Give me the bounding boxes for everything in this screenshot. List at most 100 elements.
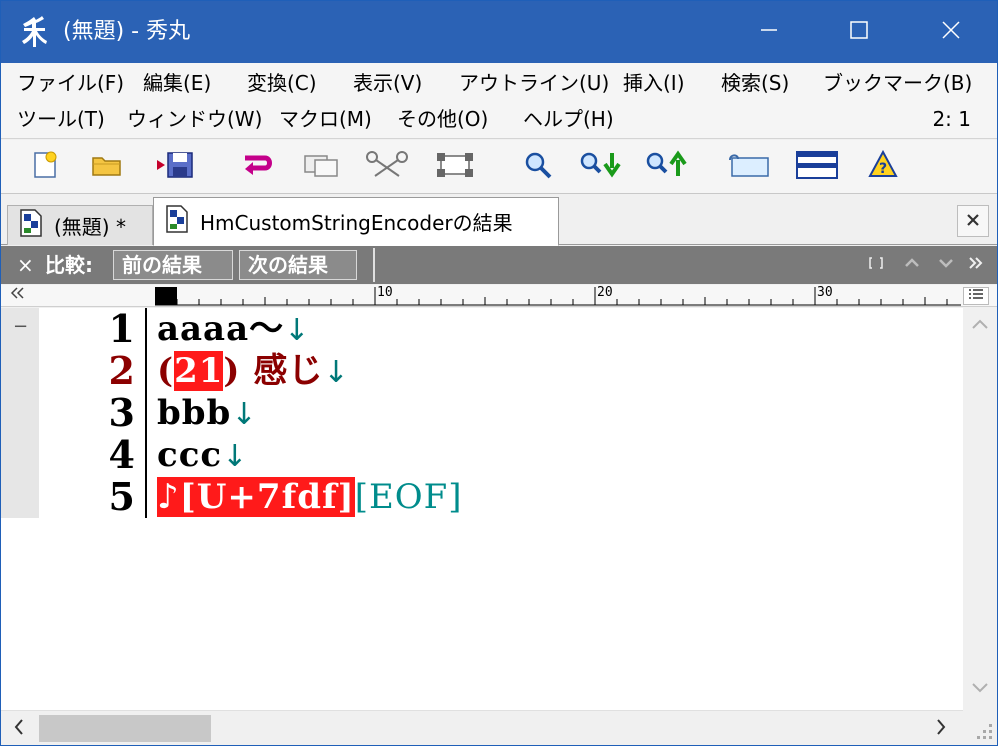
open-file-button[interactable] — [87, 148, 127, 186]
paste-button[interactable] — [435, 148, 475, 186]
ruler-menu-button[interactable] — [963, 287, 989, 305]
compare-close-button[interactable]: × — [17, 253, 34, 277]
title-bar[interactable]: (無題) - 秀丸 — [1, 1, 997, 63]
code-line-3[interactable]: bbb↓ — [157, 392, 257, 434]
ruler-track: 10 20 30 — [155, 285, 961, 307]
scroll-up-icon[interactable] — [969, 316, 991, 338]
save-button[interactable] — [155, 148, 195, 186]
next-result-button[interactable]: 次の結果 — [239, 250, 357, 280]
menu-bar: ファイル(F) 編集(E) 変換(C) 表示(V) アウトライン(U) 挿入(I… — [1, 63, 997, 139]
menu-edit[interactable]: 編集(E) — [141, 65, 213, 101]
menu-macro[interactable]: マクロ(M) — [277, 101, 374, 137]
editor-area[interactable]: − 1 2 3 4 5 aaaa～↓ (21) 感じ↓ bbb↓ ccc↓ ♪[… — [1, 308, 963, 710]
menu-view[interactable]: 表示(V) — [351, 65, 424, 101]
compare-separator — [373, 248, 375, 282]
menu-file[interactable]: ファイル(F) — [15, 65, 126, 101]
help-button[interactable]: ? — [863, 148, 903, 186]
cursor-position: 2: 1 — [932, 107, 971, 131]
close-icon — [965, 209, 981, 233]
compare-bar: × 比較: 前の結果 次の結果 — [1, 246, 997, 284]
tag-jump-icon — [726, 150, 772, 185]
list-icon — [968, 289, 984, 303]
search-icon — [523, 150, 555, 185]
tab-encoder-result[interactable]: HmCustomStringEncoderの結果 — [153, 197, 559, 246]
close-button[interactable] — [905, 1, 997, 63]
scroll-left-icon[interactable] — [9, 717, 29, 739]
paste-icon — [433, 150, 477, 185]
eof-mark: [EOF] — [354, 477, 463, 517]
menu-help[interactable]: ヘルプ(H) — [521, 101, 616, 137]
tab-label: (無題) * — [54, 215, 126, 239]
menu-bookmark[interactable]: ブックマーク(B) — [821, 65, 974, 101]
code-line-1[interactable]: aaaa～↓ — [157, 308, 310, 350]
resize-grip-icon[interactable] — [963, 710, 997, 745]
horizontal-scrollbar[interactable] — [1, 710, 963, 745]
fold-column[interactable]: − — [1, 308, 39, 518]
window-split-button[interactable] — [795, 148, 839, 186]
search-button[interactable] — [519, 148, 559, 186]
line-text: aaaa～ — [157, 309, 285, 349]
tag-jump-button[interactable] — [729, 148, 769, 186]
search-next-button[interactable] — [578, 148, 624, 186]
line-number: 2 — [108, 348, 135, 393]
scroll-right-icon[interactable] — [931, 717, 951, 739]
cut-button[interactable] — [366, 148, 408, 186]
minimize-icon — [759, 20, 779, 45]
code-line-4[interactable]: ccc↓ — [157, 434, 248, 476]
line-text: ccc — [157, 435, 223, 475]
newline-mark: ↓ — [231, 397, 258, 432]
chevron-down-icon[interactable] — [937, 254, 955, 278]
ruler[interactable]: 10 20 30 — [1, 285, 997, 307]
menu-convert[interactable]: 変換(C) — [245, 65, 319, 101]
code-line-2[interactable]: (21) 感じ↓ — [157, 350, 350, 392]
document-icon — [18, 208, 44, 243]
ruler-mark-10: 10 — [377, 285, 393, 300]
chevron-up-icon[interactable] — [903, 254, 921, 278]
highlighted-text: 21 — [174, 351, 224, 391]
menu-insert[interactable]: 挿入(I) — [621, 65, 687, 101]
undo-icon — [239, 150, 275, 185]
ruler-ticks — [155, 287, 961, 306]
tab-bar: (無題) * HmCustomStringEncoderの結果 — [1, 195, 997, 246]
hidemaru-logo-icon[interactable] — [19, 15, 49, 49]
minimize-button[interactable] — [723, 1, 815, 63]
new-file-button[interactable] — [25, 148, 65, 186]
menu-outline[interactable]: アウトライン(U) — [457, 65, 611, 101]
ruler-mark-30: 30 — [817, 285, 833, 300]
copy-button[interactable] — [301, 148, 341, 186]
vertical-scrollbar[interactable] — [963, 308, 997, 710]
line-number: 5 — [108, 474, 135, 519]
window-split-icon — [795, 150, 839, 185]
search-prev-icon — [644, 150, 690, 185]
search-prev-button[interactable] — [644, 148, 690, 186]
fold-mark[interactable]: − — [13, 316, 28, 337]
double-chevron-right-icon[interactable] — [967, 254, 985, 278]
line-text: bbb — [157, 393, 232, 433]
menu-window[interactable]: ウィンドウ(W) — [125, 101, 264, 137]
tab-untitled[interactable]: (無題) * — [7, 205, 153, 245]
app-window: (無題) - 秀丸 ファイル(F) 編集(E) 変換(C) 表示(V) アウトラ… — [0, 0, 998, 746]
line-number: 1 — [108, 306, 135, 351]
line-number: 3 — [108, 390, 135, 435]
search-next-icon — [578, 150, 624, 185]
line-text: ( — [157, 351, 175, 391]
save-icon — [155, 150, 195, 185]
tab-close-button[interactable] — [957, 205, 989, 237]
prev-result-button[interactable]: 前の結果 — [113, 250, 233, 280]
svg-text:?: ? — [879, 161, 887, 177]
maximize-button[interactable] — [813, 1, 905, 63]
double-chevron-left-icon[interactable] — [9, 285, 25, 307]
new-file-icon — [30, 150, 60, 185]
menu-tools[interactable]: ツール(T) — [15, 101, 107, 137]
bracket-icon[interactable] — [867, 254, 885, 278]
newline-mark: ↓ — [222, 439, 249, 474]
scroll-down-icon[interactable] — [969, 680, 991, 702]
menu-other[interactable]: その他(O) — [395, 101, 490, 137]
horizontal-scroll-thumb[interactable] — [39, 715, 211, 742]
line-text: ) 感じ — [223, 351, 324, 391]
undo-button[interactable] — [237, 148, 277, 186]
menu-search[interactable]: 検索(S) — [719, 65, 791, 101]
copy-icon — [301, 150, 341, 185]
code-line-5[interactable]: ♪[U+7fdf][EOF] — [157, 476, 463, 518]
newline-mark: ↓ — [284, 313, 311, 348]
